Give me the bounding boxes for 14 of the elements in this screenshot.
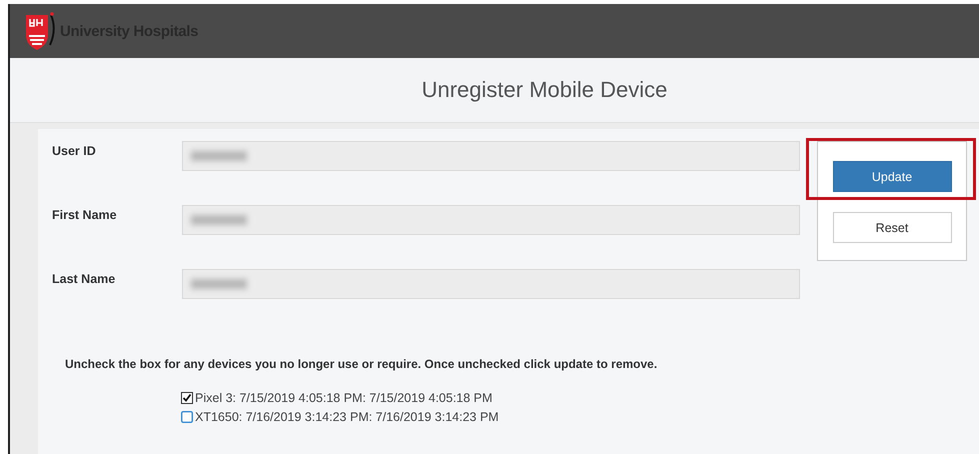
reset-button[interactable]: Reset (832, 212, 952, 243)
update-button[interactable]: Update (832, 161, 952, 192)
input-field[interactable] (182, 205, 800, 235)
device-label: Pixel 3: 7/15/2019 4:05:18 PM: 7/15/2019 4:05:18 PM (195, 391, 492, 405)
page-title: Unregister Mobile Device (422, 77, 668, 103)
input-field[interactable] (182, 269, 800, 299)
field-label: User ID (52, 143, 97, 160)
checkbox[interactable] (181, 411, 193, 423)
field-label: First Name (52, 207, 118, 224)
device-label: XT1650: 7/16/2019 3:14:23 PM: 7/16/2019 3:14:23 PM (195, 410, 499, 424)
field-label: Last Name (52, 271, 116, 288)
instruction-text: Uncheck the box for any devices you no longer use or require. Once unchecked click update to remove. (65, 357, 658, 371)
checkbox[interactable] (181, 392, 193, 404)
input-field[interactable] (182, 141, 800, 171)
